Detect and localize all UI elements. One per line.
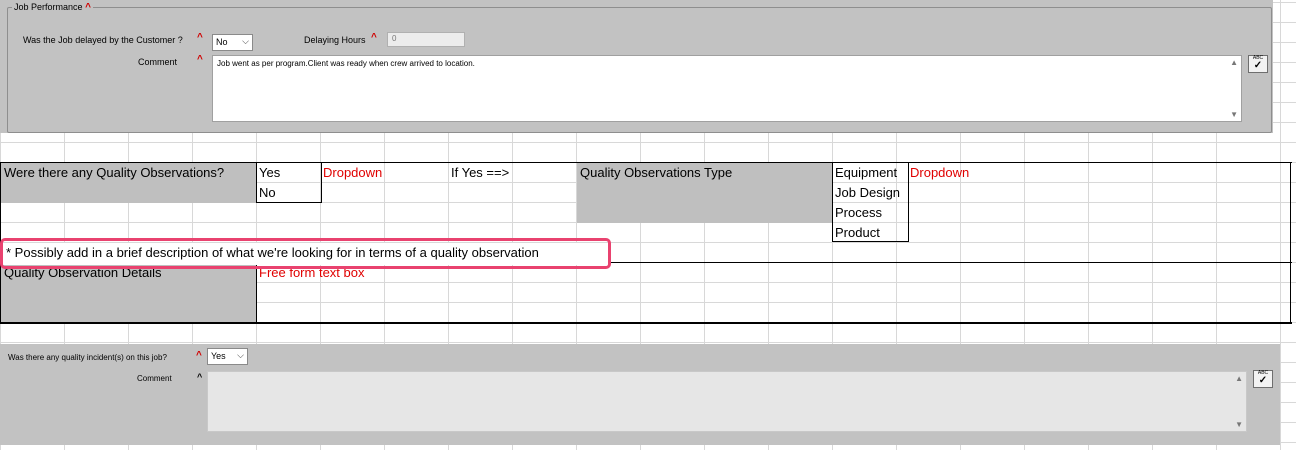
checkmark-icon: ✓ bbox=[1258, 375, 1268, 386]
delayed-required-mark: ^ bbox=[197, 32, 203, 43]
scroll-down-icon[interactable]: ▼ bbox=[1235, 420, 1243, 429]
dropdown-note-1: Dropdown bbox=[323, 165, 383, 180]
incident-comment-mark: ^ bbox=[197, 372, 203, 382]
delayed-select[interactable]: No ⌵ bbox=[212, 34, 253, 51]
scroll-up-icon[interactable]: ▲ bbox=[1230, 58, 1238, 67]
table-border-right bbox=[1290, 162, 1291, 323]
delayed-label: Was the Job delayed by the Customer ? bbox=[23, 35, 183, 45]
comment-textarea[interactable]: Job went as per program.Client was ready… bbox=[212, 55, 1242, 122]
comment-required-mark: ^ bbox=[197, 54, 203, 65]
incident-select[interactable]: Yes ⌵ bbox=[207, 348, 248, 365]
incident-required-mark: ^ bbox=[196, 350, 202, 361]
type-option-equipment: Equipment bbox=[835, 165, 898, 180]
required-mark: ^ bbox=[85, 2, 91, 13]
checkmark-icon: ✓ bbox=[1253, 60, 1263, 71]
dropdown-note-2: Dropdown bbox=[910, 165, 970, 180]
type-option-product: Product bbox=[835, 225, 880, 240]
comment-text: Job went as per program.Client was ready… bbox=[217, 59, 475, 68]
delayed-select-value: No bbox=[216, 37, 228, 47]
incident-comment-label: Comment bbox=[137, 374, 172, 383]
comment-label: Comment bbox=[138, 57, 178, 67]
incident-comment-textarea[interactable]: ▲ ▼ bbox=[207, 371, 1247, 432]
chevron-down-icon: ⌵ bbox=[237, 350, 244, 360]
table-border-bottom bbox=[0, 322, 1292, 324]
incident-question-label: Was there any quality incident(s) on thi… bbox=[8, 353, 167, 362]
job-performance-title: Job Performance ^ bbox=[12, 2, 93, 13]
delaying-hours-input[interactable]: 0 bbox=[387, 32, 465, 47]
incident-select-value: Yes bbox=[211, 351, 226, 361]
option-no: No bbox=[259, 185, 276, 200]
quality-question-label: Were there any Quality Observations? bbox=[4, 165, 225, 180]
delaying-hours-required-mark: ^ bbox=[371, 32, 377, 43]
if-yes-label: If Yes ==> bbox=[451, 165, 510, 180]
incident-spellcheck-button[interactable]: ABC ✓ bbox=[1253, 370, 1273, 388]
scroll-up-icon[interactable]: ▲ bbox=[1235, 374, 1243, 383]
details-cell-right bbox=[256, 263, 257, 323]
spellcheck-button[interactable]: ABC ✓ bbox=[1248, 55, 1268, 73]
scroll-down-icon[interactable]: ▼ bbox=[1230, 110, 1238, 119]
delaying-hours-label: Delaying Hours bbox=[304, 35, 366, 45]
chevron-down-icon: ⌵ bbox=[242, 36, 249, 46]
type-option-job-design: Job Design bbox=[835, 185, 901, 200]
observations-type-label: Quality Observations Type bbox=[580, 165, 733, 180]
type-option-process: Process bbox=[835, 205, 882, 220]
annotation-highlight bbox=[0, 238, 611, 269]
option-yes: Yes bbox=[259, 165, 281, 180]
